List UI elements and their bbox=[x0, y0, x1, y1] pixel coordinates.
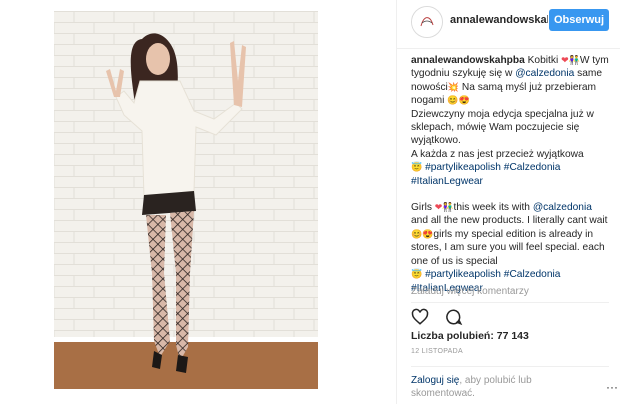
login-link[interactable]: Zaloguj się bbox=[411, 375, 459, 386]
likes-count[interactable]: Liczba polubień: 77 143 bbox=[411, 330, 529, 342]
divider bbox=[411, 302, 609, 303]
divider bbox=[411, 366, 609, 367]
more-options-icon[interactable]: ··· bbox=[606, 380, 618, 394]
heart-emoji-icon: ❤ bbox=[434, 202, 443, 213]
smile-emoji-icon: 😊😍 bbox=[411, 228, 434, 239]
post-photo[interactable] bbox=[54, 11, 318, 389]
sparkle-emoji-icon: 💥 bbox=[447, 81, 460, 92]
post-date: 12 LISTOPADA bbox=[411, 348, 463, 355]
mention-link[interactable]: @calzedonia bbox=[533, 202, 592, 213]
heart-emoji-icon: ❤ bbox=[561, 55, 569, 65]
photo-illustration bbox=[54, 11, 318, 389]
post-actions bbox=[411, 308, 475, 328]
caption-text: A każda z nas jest przecież wyjątkowa bbox=[411, 148, 584, 160]
caption-text: and all the new products. I literally ca… bbox=[411, 215, 608, 227]
couple-emoji-icon: 👫 bbox=[568, 55, 580, 65]
mention-link[interactable]: @calzedonia bbox=[515, 68, 574, 79]
caption-text: girls my special edition is already in s… bbox=[411, 228, 605, 267]
couple-emoji-icon: 👫 bbox=[442, 202, 454, 213]
caption-username[interactable]: annalewandowskahpba bbox=[411, 55, 525, 66]
photo-pane bbox=[0, 0, 372, 404]
avatar[interactable] bbox=[411, 6, 443, 38]
angel-emoji-icon: 😇 bbox=[411, 162, 423, 173]
header-username[interactable]: annalewandowskah bbox=[450, 14, 548, 26]
angel-emoji-icon: 😇 bbox=[411, 269, 423, 280]
follow-button[interactable]: Obserwuj bbox=[549, 9, 609, 31]
caption-text: Dziewczyny moja edycja specjalna już w s… bbox=[411, 108, 594, 147]
login-prompt: Zaloguj się, aby polubić lub skomentować… bbox=[411, 374, 591, 400]
post-sidebar: annalewandowskah Obserwuj annalewandowsk… bbox=[396, 0, 620, 404]
instagram-post-page: annalewandowskah Obserwuj annalewandowsk… bbox=[0, 0, 620, 404]
comment-icon[interactable] bbox=[445, 308, 463, 326]
post-caption: annalewandowskahpba Kobitki ❤👫W tym tygo… bbox=[411, 54, 611, 295]
caption-text: this week its with bbox=[453, 202, 530, 214]
caption-text: Kobitki bbox=[527, 55, 559, 66]
post-header: annalewandowskah Obserwuj bbox=[397, 0, 620, 49]
load-more-comments[interactable]: Załaduj więcej komentarzy bbox=[411, 286, 529, 297]
caption-text: Girls bbox=[411, 202, 432, 214]
hashtags-link[interactable]: #partylikeapolish #Calzedonia #ItalianLe… bbox=[411, 162, 560, 186]
heart-icon[interactable] bbox=[411, 308, 429, 326]
avatar-icon bbox=[412, 7, 442, 37]
smile-emoji-icon: 😊😍 bbox=[447, 95, 470, 106]
